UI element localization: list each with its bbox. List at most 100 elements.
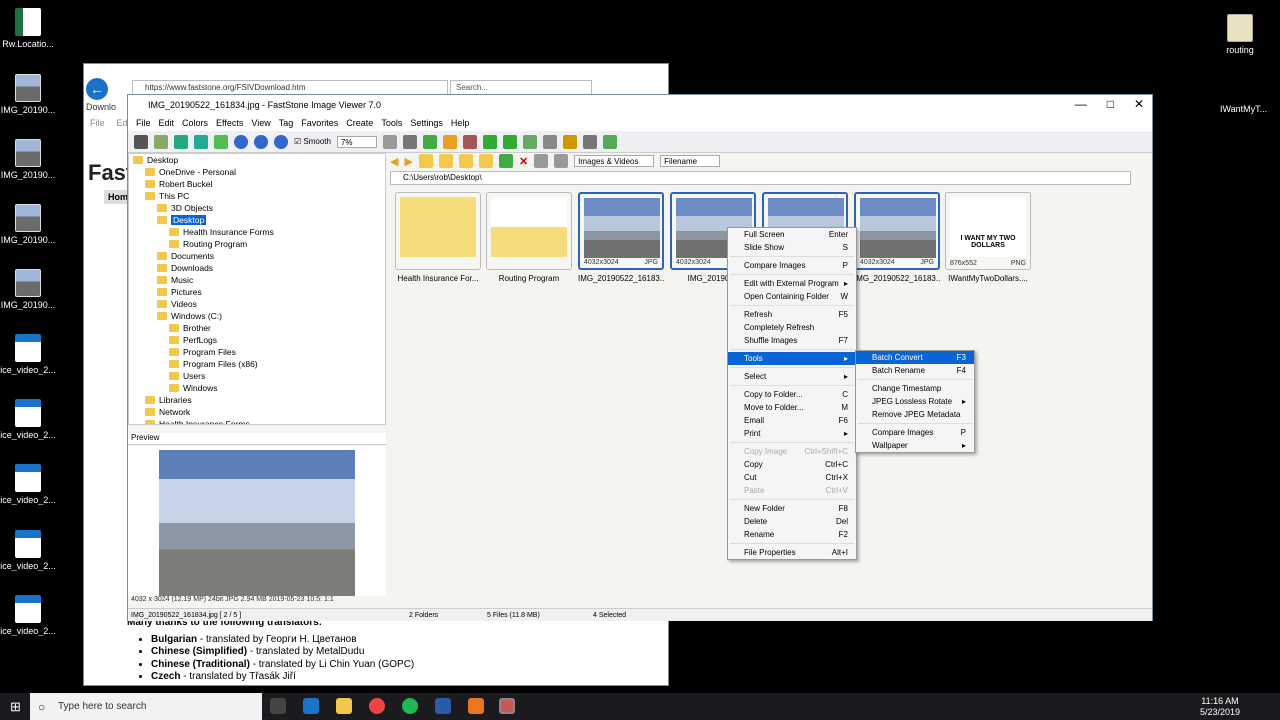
tree-node[interactable]: Libraries xyxy=(129,394,385,406)
desktop-icon[interactable]: ice_video_2... xyxy=(0,399,56,440)
menu-item-batch-convert[interactable]: Batch Convert F3 xyxy=(856,351,974,364)
adjust-icon[interactable] xyxy=(442,134,457,149)
app2-icon[interactable] xyxy=(468,698,484,714)
file-explorer-icon[interactable] xyxy=(336,698,352,714)
open-icon[interactable] xyxy=(154,134,168,149)
filter-select[interactable]: Images & Videos xyxy=(574,155,655,167)
menu-item-full-screen[interactable]: Full Screen Enter xyxy=(728,228,856,241)
rotate-left-icon[interactable] xyxy=(482,134,497,149)
menu-tools[interactable]: Tools xyxy=(381,118,402,128)
tree-node[interactable]: Windows (C:) xyxy=(129,310,385,322)
desktop-icon[interactable]: ice_video_2... xyxy=(0,530,56,571)
desktop-icon[interactable]: IMG_20190... xyxy=(0,204,56,245)
wallpaper-icon[interactable] xyxy=(602,134,617,149)
menu-item-file-properties[interactable]: File Properties Alt+I xyxy=(728,546,856,559)
forward-arrow-icon[interactable]: ▶ xyxy=(404,155,412,168)
menu-item-jpeg-lossless-rotate[interactable]: JPEG Lossless Rotate ▸ xyxy=(856,395,974,408)
tree-node[interactable]: 3D Objects xyxy=(129,202,385,214)
desktop-icon[interactable]: Rw.Locatio... xyxy=(0,8,56,49)
tree-node[interactable]: PerfLogs xyxy=(129,334,385,346)
desktop-icon[interactable]: ice_video_2... xyxy=(0,334,56,375)
fit-icon[interactable] xyxy=(214,134,228,149)
menu-item-wallpaper[interactable]: Wallpaper ▸ xyxy=(856,439,974,452)
taskbar-search[interactable]: ○ Type here to search xyxy=(30,693,262,720)
menu-create[interactable]: Create xyxy=(346,118,373,128)
tree-node[interactable]: Robert Buckel xyxy=(129,178,385,190)
tree-node[interactable]: Windows xyxy=(129,382,385,394)
menu-item-copy-to-folder-[interactable]: Copy to Folder... C xyxy=(728,388,856,401)
email-icon[interactable] xyxy=(562,134,577,149)
up-folder-icon[interactable] xyxy=(418,154,433,168)
print-icon[interactable] xyxy=(582,134,597,149)
desktop-icon[interactable]: IMG_20190... xyxy=(0,269,56,310)
thumbs-icon[interactable] xyxy=(534,154,549,168)
zoom-in-icon[interactable] xyxy=(234,134,248,149)
menu-item-remove-jpeg-metadata[interactable]: Remove JPEG Metadata xyxy=(856,408,974,421)
faststone-window[interactable]: IMG_20190522_161834.jpg - FastStone Imag… xyxy=(127,94,1153,621)
menu-favorites[interactable]: Favorites xyxy=(301,118,338,128)
thumbnail[interactable]: 4032x3024 JPG IMG_20190522_16183... xyxy=(578,192,664,284)
tree-node[interactable]: Health Insurance Forms xyxy=(129,418,385,424)
zoom-select[interactable]: 7% xyxy=(336,135,377,148)
menu-item-rename[interactable]: Rename F2 xyxy=(728,528,856,541)
tree-node[interactable]: Downloads xyxy=(129,262,385,274)
menu-item-completely-refresh[interactable]: Completely Refresh xyxy=(728,321,856,334)
new-folder-icon[interactable] xyxy=(438,154,453,168)
resize-icon[interactable] xyxy=(422,134,437,149)
desktop-icon[interactable]: ice_video_2... xyxy=(0,464,56,505)
menu-item-tools[interactable]: Tools ▸ xyxy=(728,352,856,365)
tree-node[interactable]: Health Insurance Forms xyxy=(129,226,385,238)
app-icon[interactable] xyxy=(435,698,451,714)
maximize-button[interactable]: □ xyxy=(1107,97,1114,111)
menu-item-print[interactable]: Print ▸ xyxy=(728,427,856,440)
desktop-icon-iwant-label[interactable]: IWantMyT... xyxy=(1220,104,1267,114)
browser-menu-file[interactable]: File xyxy=(90,118,105,128)
tree-node[interactable]: Brother xyxy=(129,322,385,334)
list-icon[interactable] xyxy=(554,154,569,168)
chrome-icon[interactable] xyxy=(369,698,385,714)
menu-item-paste[interactable]: Paste Ctrl+V xyxy=(728,484,856,497)
menu-item-cut[interactable]: Cut Ctrl+X xyxy=(728,471,856,484)
compare-icon[interactable] xyxy=(522,134,537,149)
menu-item-refresh[interactable]: Refresh F5 xyxy=(728,308,856,321)
actual-size-icon[interactable] xyxy=(274,134,288,149)
tree-node[interactable]: Pictures xyxy=(129,286,385,298)
clock[interactable]: 11:16 AM 5/23/2019 xyxy=(1200,696,1240,718)
menu-tag[interactable]: Tag xyxy=(279,118,294,128)
smooth-checkbox[interactable]: ☑ Smooth xyxy=(294,137,331,146)
fullscreen-icon[interactable] xyxy=(194,134,208,149)
folder-tree[interactable]: Desktop OneDrive - Personal Robert Buckel T… xyxy=(128,153,386,425)
tree-node[interactable]: This PC xyxy=(129,190,385,202)
tree-node[interactable]: Music xyxy=(129,274,385,286)
thumbnail[interactable]: Routing Program xyxy=(486,192,572,284)
effects-icon[interactable] xyxy=(462,134,477,149)
desktop-icon[interactable]: IMG_20190... xyxy=(0,139,56,180)
copy-folder-icon[interactable] xyxy=(458,154,473,168)
windows-start-icon[interactable]: ⊞ xyxy=(10,699,21,715)
tree-node[interactable]: Videos xyxy=(129,298,385,310)
menu-item-compare-images[interactable]: Compare Images P xyxy=(856,426,974,439)
tree-node[interactable]: Network xyxy=(129,406,385,418)
menu-item-delete[interactable]: Delete Del xyxy=(728,515,856,528)
menu-item-copy[interactable]: Copy Ctrl+C xyxy=(728,458,856,471)
menu-item-select[interactable]: Select ▸ xyxy=(728,370,856,383)
tree-node[interactable]: Desktop xyxy=(129,154,385,166)
rotate-right-icon[interactable] xyxy=(502,134,517,149)
edge-icon[interactable] xyxy=(303,698,319,714)
menu-item-change-timestamp[interactable]: Change Timestamp xyxy=(856,382,974,395)
camera-icon[interactable] xyxy=(134,134,148,149)
thumbnail[interactable]: 4032x3024 JPG IMG_20190522_16183... xyxy=(854,192,940,284)
thumbnail[interactable]: I WANT MY TWO DOLLARS 876x552 PNG IWantMyTw… xyxy=(945,192,1031,284)
zoom-out-icon[interactable] xyxy=(254,134,268,149)
menu-item-new-folder[interactable]: New Folder F8 xyxy=(728,502,856,515)
menu-item-shuffle-images[interactable]: Shuffle Images F7 xyxy=(728,334,856,347)
menu-colors[interactable]: Colors xyxy=(182,118,208,128)
tree-node[interactable]: OneDrive - Personal xyxy=(129,166,385,178)
faststone-taskbar-icon[interactable] xyxy=(499,698,515,714)
move-folder-icon[interactable] xyxy=(478,154,493,168)
tree-node[interactable]: Desktop xyxy=(129,214,385,226)
menu-item-slide-show[interactable]: Slide Show S xyxy=(728,241,856,254)
desktop-icon[interactable]: IMG_20190... xyxy=(0,74,56,115)
delete-icon[interactable]: ✕ xyxy=(519,155,528,168)
menu-item-move-to-folder-[interactable]: Move to Folder... M xyxy=(728,401,856,414)
